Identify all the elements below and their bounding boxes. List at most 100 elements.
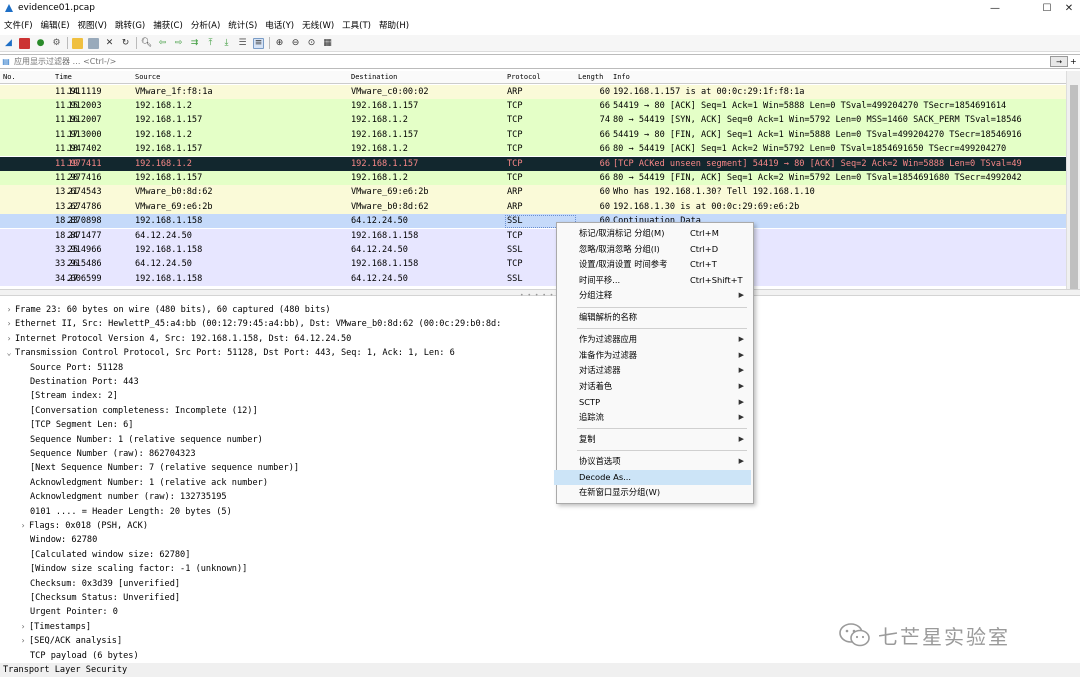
- context-menu-item[interactable]: 分组注释 ▶: [557, 288, 753, 304]
- expand-arrow-icon[interactable]: ›: [17, 620, 29, 634]
- context-menu-item[interactable]: 在新窗口显示分组(W): [557, 485, 753, 501]
- detail-tree-item[interactable]: Acknowledgment number (raw): 132735195: [0, 490, 227, 504]
- restart-capture-icon[interactable]: ●: [35, 38, 46, 49]
- detail-tree-item[interactable]: › Flags: 0x018 (PSH, ACK): [0, 519, 148, 533]
- context-menu-item[interactable]: 设置/取消设置 时间参考 Ctrl+T: [557, 257, 753, 273]
- packet-row[interactable]: 16 11.912007 192.168.1.157 192.168.1.2 TCP 74…: [0, 113, 1066, 128]
- detail-tree-item[interactable]: [Calculated window size: 62780]: [0, 548, 190, 562]
- packet-row[interactable]: 18 11.947402 192.168.1.157 192.168.1.2 TCP 66…: [0, 142, 1066, 157]
- menu-item[interactable]: 跳转(G): [111, 19, 149, 31]
- context-menu-item[interactable]: SCTP ▶: [557, 395, 753, 411]
- go-back-icon[interactable]: ⇦: [157, 38, 168, 49]
- menu-item[interactable]: 帮助(H): [375, 19, 413, 31]
- pane-splitter[interactable]: • • • • • •: [0, 289, 1080, 299]
- bookmark-icon[interactable]: ▤: [0, 56, 12, 67]
- column-header-no[interactable]: No.: [3, 73, 16, 81]
- context-menu-item[interactable]: 编辑解析的名称: [557, 310, 753, 326]
- packet-row[interactable]: 15 11.912003 192.168.1.2 192.168.1.157 TCP 66…: [0, 98, 1066, 114]
- reload-file-icon[interactable]: ↻: [120, 38, 131, 49]
- start-capture-icon[interactable]: ◢: [3, 38, 14, 49]
- find-packet-icon[interactable]: 🔍︎: [141, 38, 152, 49]
- detail-tree-item[interactable]: ⌄ Transmission Control Protocol, Src Port…: [0, 346, 455, 360]
- context-menu-item[interactable]: 忽略/取消忽略 分组(I) Ctrl+D: [557, 242, 753, 258]
- context-menu-item[interactable]: 时间平移... Ctrl+Shift+T: [557, 273, 753, 289]
- detail-tree-item[interactable]: 0101 .... = Header Length: 20 bytes (5): [0, 505, 232, 519]
- go-last-icon[interactable]: ⤓: [221, 38, 232, 49]
- go-to-packet-icon[interactable]: ⇉: [189, 38, 200, 49]
- column-header-length[interactable]: Length: [578, 73, 603, 81]
- detail-tree-item[interactable]: TCP payload (6 bytes): [0, 649, 139, 663]
- detail-tree-item[interactable]: Urgent Pointer: 0: [0, 605, 118, 619]
- menu-item[interactable]: 统计(S): [224, 19, 261, 31]
- column-header-protocol[interactable]: Protocol: [507, 73, 541, 81]
- save-file-icon[interactable]: [88, 37, 99, 49]
- menu-item[interactable]: 分析(A): [187, 19, 224, 31]
- expand-arrow-icon[interactable]: ›: [3, 303, 15, 317]
- context-menu-item[interactable]: 标记/取消标记 分组(M) Ctrl+M: [557, 226, 753, 242]
- detail-tree-item[interactable]: [TCP Segment Len: 6]: [0, 418, 133, 432]
- context-menu-item[interactable]: 协议首选项 ▶: [557, 454, 753, 470]
- packet-row[interactable]: 2318.870898192.168.1.15864.12.24.50SSL60…: [0, 214, 1066, 229]
- packet-row[interactable]: 25 33.914966 192.168.1.158 64.12.24.50 SSL: [0, 242, 1066, 258]
- menu-item[interactable]: 电话(Y): [261, 19, 298, 31]
- column-header-info[interactable]: Info: [613, 73, 630, 81]
- context-menu-item[interactable]: 对话过滤器 ▶: [557, 363, 753, 379]
- detail-tree-item[interactable]: Sequence Number: 1 (relative sequence nu…: [0, 433, 263, 447]
- detail-tree-item[interactable]: [Window size scaling factor: -1 (unknown…: [0, 562, 247, 576]
- column-header-source[interactable]: Source: [135, 73, 160, 81]
- context-menu-item[interactable]: 对话着色 ▶: [557, 379, 753, 395]
- context-menu-item[interactable]: 作为过滤器应用 ▶: [557, 332, 753, 348]
- expand-arrow-icon[interactable]: ›: [3, 317, 15, 331]
- packet-row[interactable]: 27 34.006599 192.168.1.158 64.12.24.50 SSL: [0, 271, 1066, 287]
- colorize-icon[interactable]: ≡: [253, 37, 264, 49]
- context-menu-item[interactable]: 准备作为过滤器 ▶: [557, 348, 753, 364]
- go-forward-icon[interactable]: ⇨: [173, 38, 184, 49]
- detail-tree-item[interactable]: [Conversation completeness: Incomplete (…: [0, 404, 258, 418]
- minimize-button[interactable]: —: [980, 0, 1010, 16]
- close-button[interactable]: ✕: [1058, 0, 1080, 16]
- collapse-arrow-icon[interactable]: ⌄: [3, 346, 15, 360]
- packet-row[interactable]: 2633.91548664.12.24.50192.168.1.158TCPAc…: [0, 257, 1066, 272]
- menu-item[interactable]: 文件(F): [0, 19, 37, 31]
- detail-tree-item[interactable]: Window: 62780: [0, 533, 97, 547]
- detail-tree-item[interactable]: [Checksum Status: Unverified]: [0, 591, 180, 605]
- expand-arrow-icon[interactable]: ›: [17, 519, 29, 533]
- detail-tree-item[interactable]: Destination Port: 443: [0, 375, 139, 389]
- display-filter-input[interactable]: [12, 55, 1050, 68]
- expand-arrow-icon[interactable]: ›: [17, 634, 29, 648]
- packet-list-scrollbar[interactable]: [1066, 71, 1080, 289]
- zoom-out-icon[interactable]: ⊖: [290, 38, 301, 49]
- context-menu-item[interactable]: 追踪流 ▶: [557, 410, 753, 426]
- packet-row[interactable]: 22 13.674786 VMware_69:e6:2b VMware_b0:8d:6…: [0, 199, 1066, 215]
- zoom-reset-icon[interactable]: ⊙: [306, 38, 317, 49]
- menu-item[interactable]: 工具(T): [338, 19, 375, 31]
- menu-item[interactable]: 捕获(C): [149, 19, 187, 31]
- stop-capture-icon[interactable]: [19, 37, 30, 49]
- auto-scroll-icon[interactable]: ☰: [237, 38, 248, 49]
- column-header-destination[interactable]: Destination: [351, 73, 397, 81]
- packet-row[interactable]: 19 11.977411 192.168.1.2 192.168.1.157 TCP 66…: [0, 156, 1066, 171]
- filter-expression-icon[interactable]: +: [1070, 57, 1080, 66]
- capture-options-icon[interactable]: ⚙: [51, 38, 62, 49]
- scrollbar-thumb[interactable]: [1070, 85, 1078, 289]
- detail-tree-item[interactable]: › Internet Protocol Version 4, Src: 192.1…: [0, 332, 352, 346]
- menu-item[interactable]: 编辑(E): [37, 19, 74, 31]
- detail-tree-item[interactable]: › Frame 23: 60 bytes on wire (480 bits), …: [0, 303, 331, 317]
- resize-columns-icon[interactable]: ▦: [322, 38, 333, 49]
- context-menu-item[interactable]: 复制 ▶: [557, 432, 753, 448]
- close-file-icon[interactable]: ✕: [104, 38, 115, 49]
- zoom-in-icon[interactable]: ⊕: [274, 38, 285, 49]
- menu-item[interactable]: 视图(V): [74, 19, 111, 31]
- detail-tree-item[interactable]: › [Timestamps]: [0, 620, 92, 634]
- detail-tree-item[interactable]: [Next Sequence Number: 7 (relative seque…: [0, 461, 299, 475]
- packet-row[interactable]: 2418.87147764.12.24.50192.168.1.158TCPAc…: [0, 228, 1066, 243]
- context-menu-item[interactable]: Decode As...: [554, 469, 751, 486]
- detail-tree-item[interactable]: Transport Layer Security: [0, 663, 1080, 678]
- menu-item[interactable]: 无线(W): [298, 19, 338, 31]
- packet-row[interactable]: 14 11.911119 VMware_1f:f8:1a VMware_c0:00:0…: [0, 84, 1066, 99]
- detail-tree-item[interactable]: Source Port: 51128: [0, 361, 123, 375]
- open-file-icon[interactable]: [72, 37, 83, 49]
- go-first-icon[interactable]: ⤒: [205, 38, 216, 49]
- apply-filter-button[interactable]: →: [1050, 56, 1068, 67]
- detail-tree-item[interactable]: › Ethernet II, Src: HewlettP_45:a4:bb (00…: [0, 317, 502, 331]
